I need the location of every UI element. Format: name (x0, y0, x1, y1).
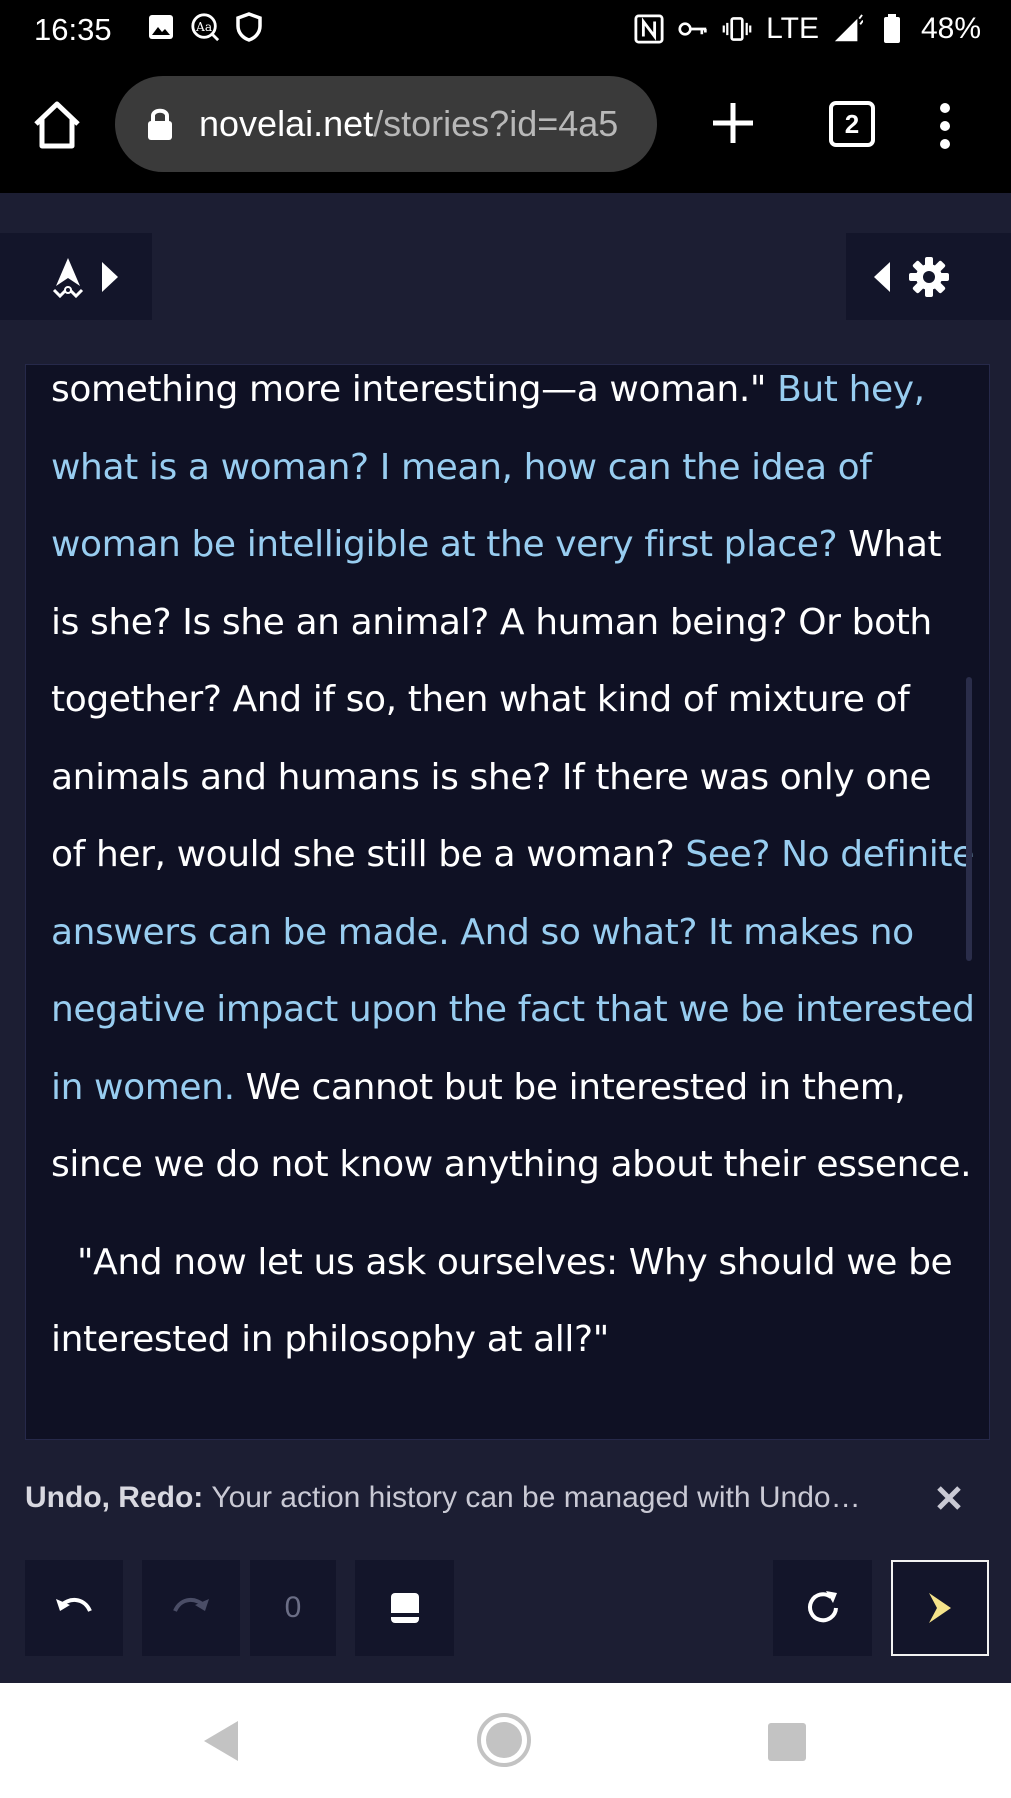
svg-text:Aa: Aa (195, 20, 212, 34)
redo-button[interactable] (142, 1560, 240, 1656)
retry-count: 0 (250, 1560, 336, 1656)
story-segment-user: something more interesting—a woman." (51, 369, 778, 410)
new-tab-icon[interactable] (710, 100, 756, 146)
url-domain: novelai.net (199, 103, 374, 144)
status-time: 16:35 (34, 12, 112, 47)
tip-text: Your action history can be managed with … (211, 1481, 861, 1514)
network-type: LTE (766, 12, 819, 45)
browser-toolbar: novelai.net/stories?id=4a5 2 (0, 60, 1011, 193)
status-left-icons: Aa (146, 12, 264, 42)
tip-title: Undo, Redo: (25, 1481, 204, 1514)
novelai-logo-icon (50, 256, 86, 298)
story-paragraph-2: "And now let us ask ourselves: Why shoul… (51, 1241, 953, 1361)
right-sidebar-toggle[interactable] (846, 233, 1011, 320)
chevron-right-icon[interactable] (100, 260, 120, 294)
vibrate-icon (722, 14, 752, 44)
story-paragraph-1: something more interesting—a woman." But… (51, 365, 976, 1204)
font-icon: Aa (190, 12, 220, 42)
recent-apps-icon[interactable] (768, 1723, 806, 1761)
send-button[interactable] (891, 1560, 989, 1656)
status-bar: 16:35 Aa LTE 48% (0, 0, 1011, 60)
signal-icon (833, 14, 863, 44)
image-icon (146, 12, 176, 42)
shield-icon (234, 12, 264, 42)
nfc-icon (634, 14, 664, 44)
url-text: novelai.net/stories?id=4a5 (199, 103, 618, 145)
redo-icon (171, 1593, 211, 1623)
vpn-key-icon (678, 14, 708, 44)
lock-icon (145, 107, 175, 141)
book-icon (389, 1591, 421, 1625)
undo-button[interactable] (25, 1560, 123, 1656)
story-text[interactable]: something more interesting—a woman." But… (51, 365, 976, 1379)
more-menu-icon[interactable] (935, 102, 955, 150)
undo-icon (54, 1593, 94, 1623)
editor-controls: 0 (0, 1560, 1011, 1656)
android-nav-bar (0, 1683, 1011, 1798)
url-path: /stories?id=4a5 (373, 103, 619, 144)
story-editor[interactable]: something more interesting—a woman." But… (25, 364, 990, 1440)
battery-level: 48% (920, 12, 981, 45)
left-sidebar-toggle[interactable] (0, 233, 152, 320)
close-icon[interactable] (935, 1484, 963, 1512)
tip-banner: Undo, Redo: Your action history can be m… (0, 1470, 1011, 1526)
home-icon[interactable] (30, 98, 84, 152)
memory-book-button[interactable] (355, 1560, 454, 1656)
battery-icon (877, 14, 907, 44)
tab-switcher-button[interactable]: 2 (829, 101, 875, 147)
chevron-left-icon[interactable] (872, 260, 892, 294)
story-segment-user: What is she? Is she an animal? A human b… (51, 524, 942, 875)
back-icon[interactable] (200, 1719, 240, 1768)
home-button-icon[interactable] (476, 1712, 532, 1773)
gear-icon[interactable] (908, 256, 950, 298)
address-bar[interactable]: novelai.net/stories?id=4a5 (115, 76, 657, 172)
chevron-right-icon (925, 1590, 955, 1626)
refresh-icon (804, 1589, 842, 1627)
retry-button[interactable] (773, 1560, 872, 1656)
status-right: LTE 48% (634, 12, 981, 46)
story-scrollbar[interactable] (966, 677, 972, 961)
